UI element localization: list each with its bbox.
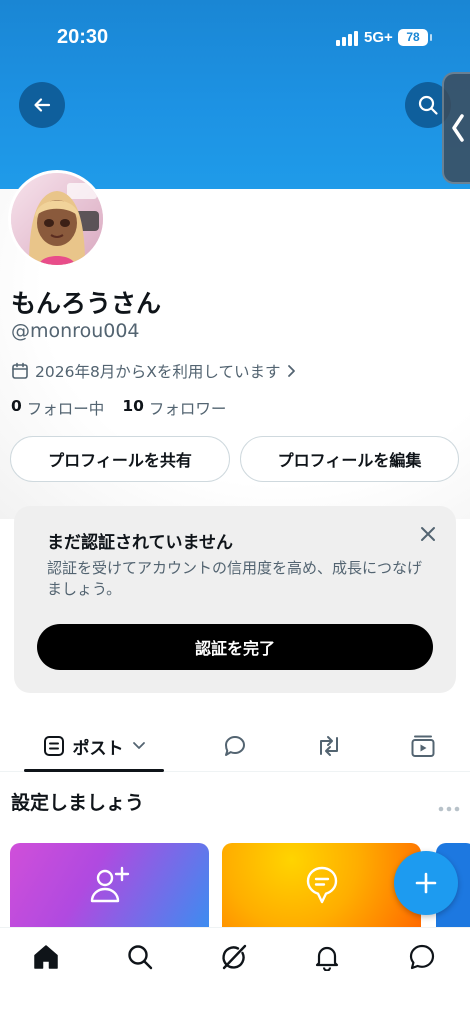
following-link[interactable]: 0 フォロー中 (11, 397, 104, 419)
followers-link[interactable]: 10 フォロワー (122, 397, 226, 419)
reply-bubble-icon (225, 736, 245, 756)
avatar-image (11, 173, 103, 265)
grok-icon (222, 944, 247, 970)
tab-posts-label: ポスト (72, 738, 124, 759)
chat-bubble-icon (306, 866, 337, 904)
bell-icon (315, 946, 339, 971)
verification-title: まだ認証されていません (47, 533, 233, 553)
profile-tabs: ポスト (0, 720, 470, 772)
setup-section-title: 設定しましょう (11, 792, 145, 814)
nav-home[interactable] (31, 942, 61, 972)
network-type: 5G+ (364, 29, 393, 46)
user-handle: @monrou004 (11, 320, 140, 342)
search-icon (128, 945, 153, 970)
arrow-left-icon (34, 98, 51, 112)
more-horizontal-icon (438, 806, 460, 812)
video-icon (411, 735, 435, 757)
add-user-icon (90, 866, 129, 903)
close-icon (421, 527, 435, 541)
followers-label: フォロワー (148, 400, 227, 418)
complete-verification-button[interactable]: 認証を完了 (37, 624, 433, 670)
search-icon (418, 95, 438, 115)
back-button[interactable] (19, 82, 65, 128)
display-name: もんろうさん (11, 289, 162, 318)
nav-messages[interactable] (407, 942, 437, 972)
edit-profile-button[interactable]: プロフィールを編集 (240, 436, 459, 482)
followers-count: 10 (122, 397, 144, 415)
signal-icon (336, 30, 358, 46)
calendar-icon (12, 362, 28, 379)
status-time: 20:30 (57, 26, 109, 48)
verification-card: まだ認証されていません 認証を受けてアカウントの信用度を高め、成長につなげましょ… (14, 506, 456, 693)
following-count: 0 (11, 397, 22, 415)
following-label: フォロー中 (26, 400, 105, 418)
compose-button[interactable] (394, 851, 458, 915)
chevron-right-icon (288, 365, 296, 377)
close-button[interactable] (418, 524, 438, 544)
tab-posts[interactable]: ポスト (24, 720, 164, 772)
nav-notifications[interactable] (312, 942, 342, 972)
posts-icon (43, 736, 64, 756)
more-options-button[interactable] (438, 797, 460, 812)
chevron-down-icon (132, 742, 145, 749)
tab-videos[interactable] (403, 720, 443, 772)
battery-icon: 78 (398, 29, 432, 46)
share-profile-button[interactable]: プロフィールを共有 (10, 436, 230, 482)
nav-grok[interactable] (219, 942, 249, 972)
setup-card-follow[interactable] (10, 843, 209, 927)
bottom-navigation (0, 927, 470, 1024)
side-panel-handle[interactable] (442, 72, 470, 184)
repost-icon (320, 736, 338, 756)
verification-text: 認証を受けてアカウントの信用度を高め、成長につなげましょう。 (47, 559, 423, 598)
tab-reposts[interactable] (309, 720, 349, 772)
joined-date[interactable]: 2026年8月からXを利用しています (11, 360, 298, 382)
joined-text: 2026年8月からXを利用しています (35, 363, 281, 381)
message-icon (409, 944, 435, 970)
nav-search[interactable] (125, 942, 155, 972)
home-icon (34, 945, 58, 969)
follow-stats: 0 フォロー中 10 フォロワー (11, 397, 226, 419)
plus-icon (415, 872, 437, 894)
avatar[interactable] (8, 170, 106, 268)
chevron-left-icon (452, 114, 464, 142)
setup-card-interests[interactable] (222, 843, 421, 927)
tab-replies[interactable] (215, 720, 255, 772)
status-bar: 20:30 5G+ 78 (0, 24, 470, 54)
